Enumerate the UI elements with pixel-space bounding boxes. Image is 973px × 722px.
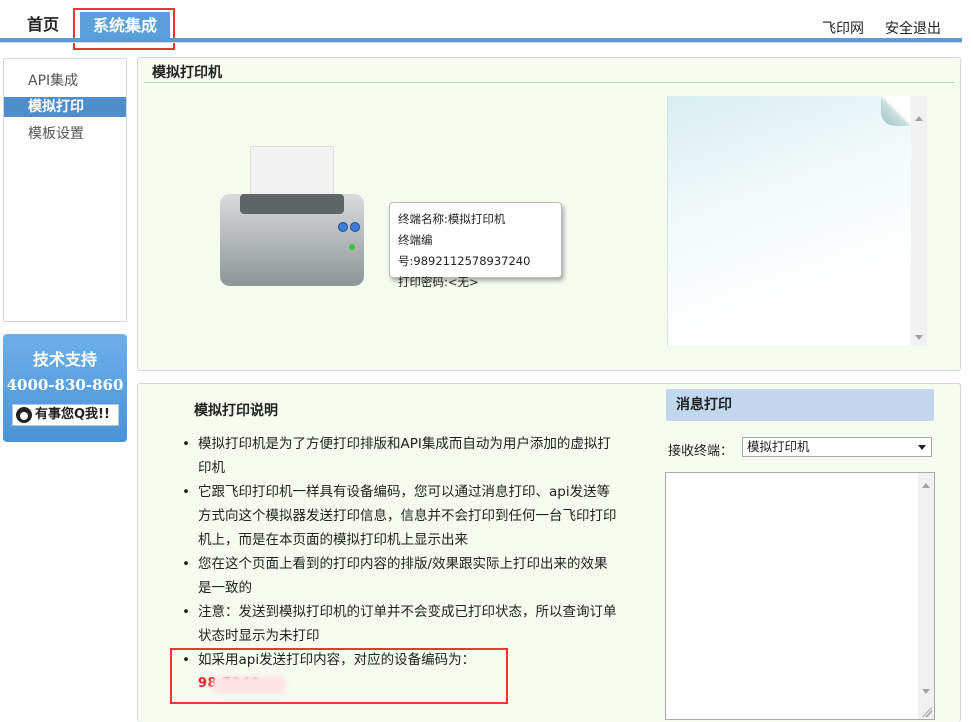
printer-led-icon xyxy=(349,244,355,250)
panel-divider xyxy=(144,82,954,83)
list-item: 模拟打印机是为了方便打印排版和API集成而自动为用户添加的虚拟打印机 xyxy=(180,432,620,480)
textarea-scrollbar[interactable] xyxy=(918,473,934,719)
receiver-selected: 模拟打印机 xyxy=(747,439,810,454)
receiver-select[interactable]: 模拟打印机 xyxy=(742,437,932,457)
description-title: 模拟打印说明 xyxy=(194,403,278,419)
nav-feiyin-link[interactable]: 飞印网 xyxy=(822,18,864,38)
terminal-name: 终端名称:模拟打印机 xyxy=(398,212,506,226)
scroll-up-icon[interactable] xyxy=(915,116,923,121)
print-password: 打印密码:<无> xyxy=(398,275,479,289)
printer-illustration xyxy=(218,146,366,288)
qq-contact-button[interactable]: 有事您Q我!! xyxy=(12,404,119,426)
print-preview-paper xyxy=(667,96,927,346)
terminal-info-card: 终端名称:模拟打印机 终端编号:9892112578937240 打印密码:<无… xyxy=(389,202,562,289)
list-item: 您在这个页面上看到的打印内容的排版/效果跟实际上打印出来的效果是一致的 xyxy=(180,552,620,600)
qq-button-label: 有事您Q我!! xyxy=(35,407,110,422)
list-item: 注意：发送到模拟打印机的订单并不会变成已打印状态，所以查询订单状态时显示为未打印 xyxy=(180,600,620,648)
list-item: 它跟飞印打印机一样具有设备编码，您可以通过消息打印、api发送等方式向这个模拟器… xyxy=(180,480,620,552)
message-textarea[interactable] xyxy=(665,472,935,720)
sidebar-item-simulate-print[interactable]: 模拟打印 xyxy=(4,97,126,117)
sidebar: API集成 模拟打印 模板设置 xyxy=(3,58,127,322)
top-nav: 首页 系统集成 飞印网 安全退出 xyxy=(0,0,973,50)
preview-scrollbar[interactable] xyxy=(911,96,927,346)
printer-button-icon xyxy=(338,222,348,232)
highlight-box-code xyxy=(170,648,508,704)
sidebar-item-api[interactable]: API集成 xyxy=(4,71,126,91)
qq-icon xyxy=(16,407,32,423)
receiver-label: 接收终端： xyxy=(668,444,734,459)
sidebar-item-template[interactable]: 模板设置 xyxy=(4,124,126,144)
printer-slot xyxy=(240,194,344,214)
highlight-box-nav xyxy=(73,8,175,50)
logout-link[interactable]: 安全退出 xyxy=(885,18,941,38)
terminal-id: 终端编号:9892112578937240 xyxy=(398,233,531,268)
printer-paper xyxy=(250,146,334,201)
nav-underline-shadow xyxy=(0,42,962,43)
resize-grip-icon[interactable] xyxy=(922,707,932,717)
support-title: 技术支持 xyxy=(32,350,97,369)
paper-curl xyxy=(881,96,911,126)
support-phone: 4000-830-860 xyxy=(6,376,124,394)
printer-button-icon xyxy=(350,222,360,232)
support-box: 技术支持 4000-830-860 有事您Q我!! xyxy=(3,334,127,442)
nav-home[interactable]: 首页 xyxy=(14,12,72,38)
chevron-down-icon xyxy=(918,445,926,450)
scroll-up-icon[interactable] xyxy=(922,483,930,488)
message-print-title: 消息打印 xyxy=(666,389,934,421)
scroll-down-icon[interactable] xyxy=(922,689,930,694)
scroll-down-icon[interactable] xyxy=(915,335,923,340)
description-list: 模拟打印机是为了方便打印排版和API集成而自动为用户添加的虚拟打印机 它跟飞印打… xyxy=(180,432,620,672)
printer-panel-title: 模拟打印机 xyxy=(152,65,222,81)
